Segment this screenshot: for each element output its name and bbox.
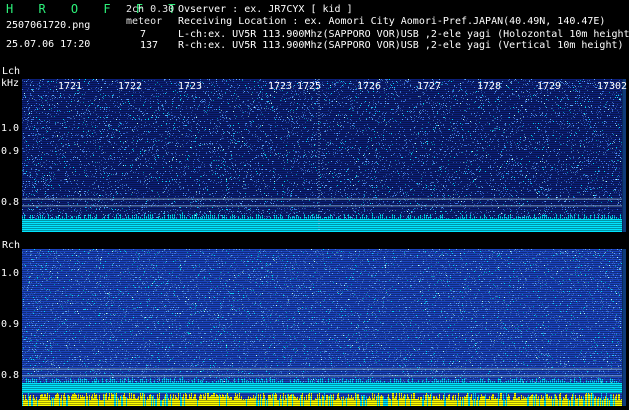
time-label: 1730 — [597, 81, 621, 92]
rch-meteor-count: 137 — [140, 40, 158, 51]
lch-side-strip — [622, 79, 626, 232]
lch-spectrogram-canvas — [22, 79, 626, 232]
time-label: 1726 — [357, 81, 381, 92]
rch-side-strip — [622, 249, 626, 406]
timestamp-label: 25.07.06 17:20 — [6, 39, 90, 50]
filename-label: 2507061720.png — [6, 20, 90, 31]
carrier-band — [22, 383, 626, 393]
rch-ytick-0-8: 0.8 — [1, 370, 19, 381]
lch-ytick-0-8: 0.8 — [1, 197, 19, 208]
lch-label: Lch — [2, 66, 20, 77]
time-label: 2 — [621, 81, 627, 92]
rch-ytick-1-0: 1.0 — [1, 268, 19, 279]
location-info: Receiving Location : ex. Aomori City Aom… — [178, 16, 605, 27]
time-label: 1721 — [58, 81, 82, 92]
time-label: 1723 — [178, 81, 202, 92]
version-label: 2ch 0.30 — [126, 4, 174, 15]
rch-spectrogram — [22, 249, 626, 406]
rch-label: Rch — [2, 240, 20, 251]
lch-ytick-1-0: 1.0 — [1, 123, 19, 134]
observer-info: Ovserver : ex. JR7CYX [ kid ] — [178, 4, 353, 15]
lch-meteor-count: 7 — [140, 29, 146, 40]
time-label: 1722 — [118, 81, 142, 92]
khz-label: kHz — [1, 78, 19, 89]
rch-spectrogram-canvas — [22, 249, 626, 406]
time-label: 1723 — [268, 81, 292, 92]
carrier-band — [22, 219, 626, 232]
time-label: 1729 — [537, 81, 561, 92]
time-label: 1727 — [417, 81, 441, 92]
lch-spectrogram — [22, 79, 626, 232]
lch-info: L-ch:ex. UV5R 113.900Mhz(SAPPORO VOR)USB… — [178, 29, 629, 40]
time-label: 1728 — [477, 81, 501, 92]
meteor-label: meteor — [126, 16, 162, 27]
lch-ytick-0-9: 0.9 — [1, 146, 19, 157]
time-label: 1725 — [297, 81, 321, 92]
rch-ytick-0-9: 0.9 — [1, 319, 19, 330]
rch-info: R-ch:ex. UV5R 113.900Mhz(SAPPORO VOR)USB… — [178, 40, 624, 51]
rch-yellow-strip — [22, 393, 626, 406]
